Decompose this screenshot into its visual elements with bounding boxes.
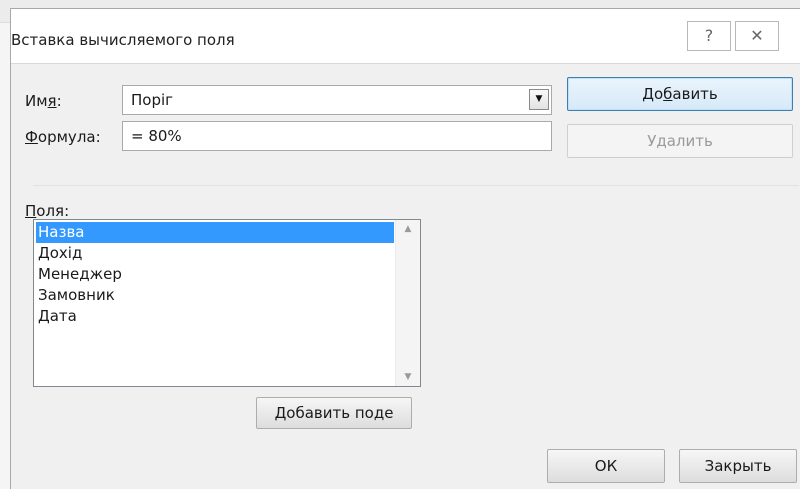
- delete-button[interactable]: Удалить: [567, 124, 793, 158]
- list-item[interactable]: Дохід: [36, 243, 394, 264]
- dialog-titlebar: Вставка вычисляемого поля ? ✕: [11, 9, 800, 64]
- separator: [33, 185, 799, 186]
- chevron-down-icon[interactable]: ▼: [529, 89, 549, 110]
- close-icon[interactable]: ✕: [735, 21, 779, 51]
- fields-listbox[interactable]: Назва Дохід Менеджер Замовник Дата ▲ ▼: [33, 219, 421, 387]
- dialog-title: Вставка вычисляемого поля: [11, 31, 235, 49]
- name-combobox[interactable]: Поріг ▼: [122, 85, 552, 115]
- scroll-up-icon[interactable]: ▲: [396, 224, 420, 234]
- name-value: Поріг: [131, 91, 174, 109]
- fields-label: Поля:: [25, 202, 70, 220]
- close-button[interactable]: Закрыть: [679, 449, 797, 483]
- list-item[interactable]: Дата: [36, 306, 394, 327]
- insert-calculated-field-dialog: Вставка вычисляемого поля ? ✕ Имя: Поріг…: [10, 8, 800, 489]
- list-item[interactable]: Назва: [36, 222, 394, 243]
- fields-list: Назва Дохід Менеджер Замовник Дата: [36, 222, 394, 327]
- list-item[interactable]: Менеджер: [36, 264, 394, 285]
- formula-input[interactable]: = 80%: [122, 121, 552, 151]
- ok-button[interactable]: ОК: [547, 449, 665, 483]
- help-icon[interactable]: ?: [687, 21, 731, 51]
- formula-label: Формула:: [25, 128, 101, 146]
- list-scrollbar[interactable]: ▲ ▼: [395, 220, 420, 386]
- add-button[interactable]: Добавить: [567, 77, 793, 111]
- list-item[interactable]: Замовник: [36, 285, 394, 306]
- name-label: Имя:: [25, 92, 62, 110]
- scroll-down-icon[interactable]: ▼: [396, 372, 420, 382]
- insert-field-button[interactable]: Добавить поде: [256, 397, 412, 429]
